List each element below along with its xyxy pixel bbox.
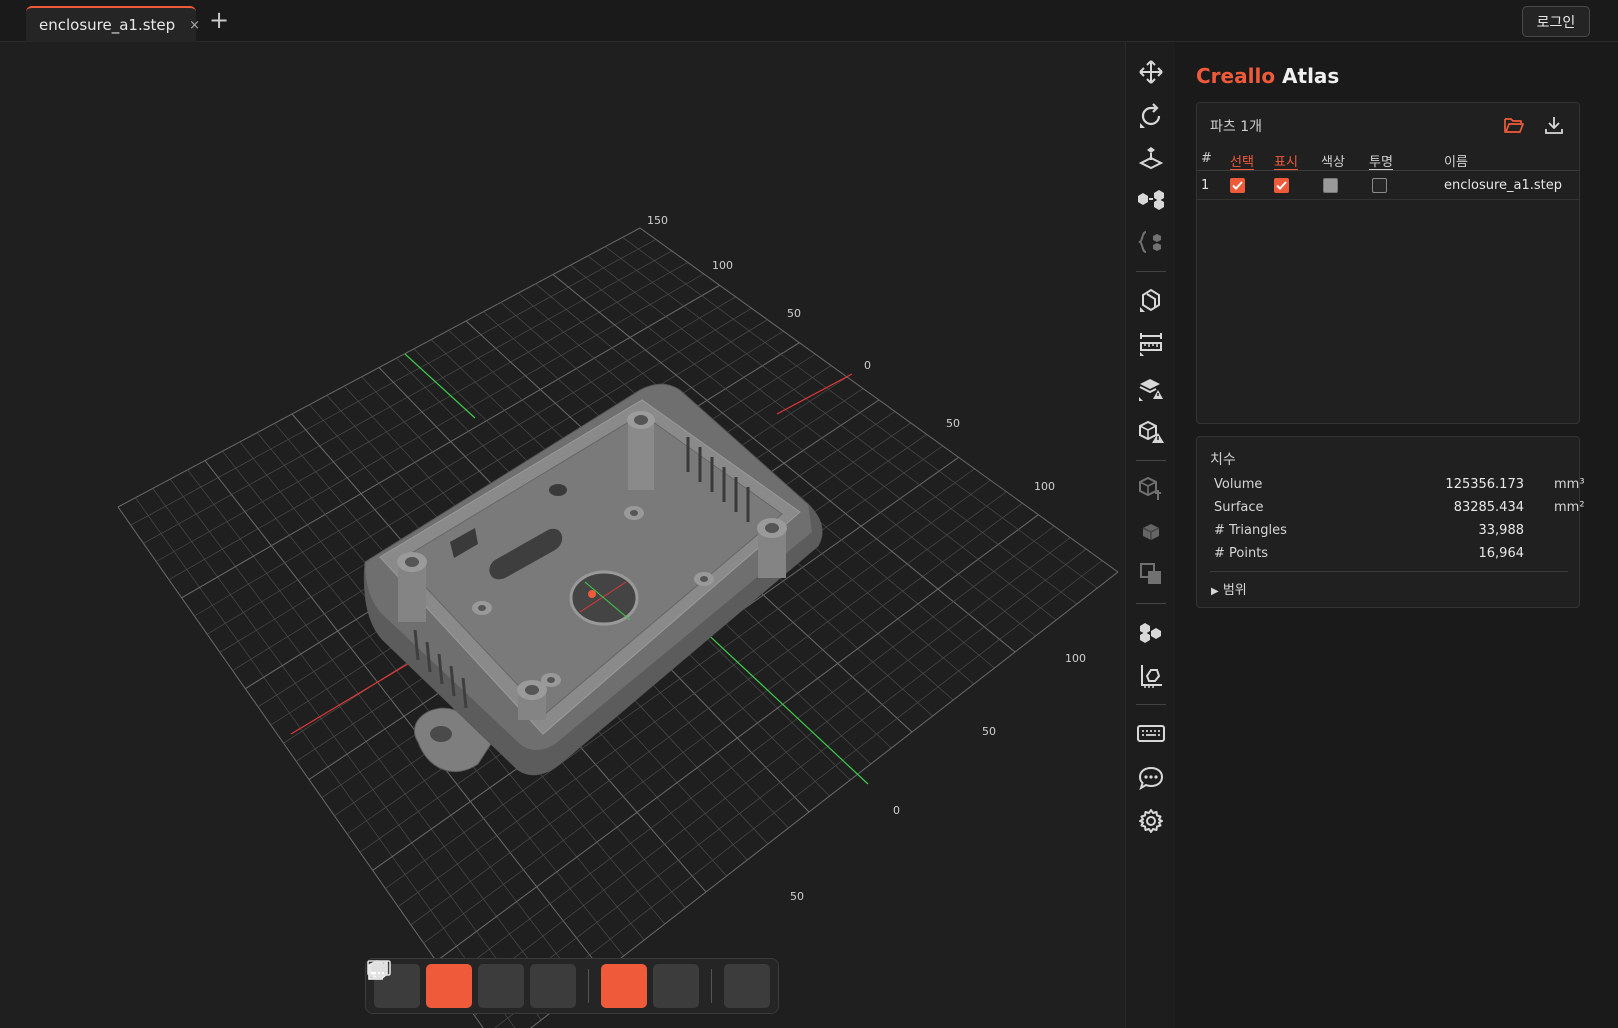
multi-part-icon[interactable] <box>1135 616 1167 648</box>
tool-divider <box>1136 460 1166 461</box>
transparent-checkbox[interactable] <box>1372 178 1387 193</box>
tick-label: 100 <box>712 259 733 272</box>
solid-icon[interactable] <box>1135 284 1167 316</box>
tool-divider <box>1136 603 1166 604</box>
parts-table-header: # 선택 표시 색상 투명 이름 <box>1197 147 1579 171</box>
arrange-icon[interactable] <box>1135 184 1167 216</box>
rotate-icon[interactable] <box>1135 100 1167 132</box>
section-warning-icon[interactable] <box>1135 372 1167 404</box>
screen-icon[interactable] <box>367 960 770 1008</box>
col-name: 이름 <box>1444 155 1468 170</box>
dimensions-title: 치수 <box>1210 452 1236 468</box>
row-num: 1 <box>1201 178 1210 193</box>
login-button[interactable]: 로그인 <box>1522 6 1590 37</box>
offset-icon[interactable] <box>1135 516 1167 548</box>
toolbar-divider <box>711 969 712 1003</box>
build-plate-scene: 150 100 50 0 50 100 100 50 0 50 100 <box>117 214 1119 1028</box>
folder-open-icon[interactable] <box>1503 114 1525 136</box>
dim-row-surface: Surface 83285.434 mm² <box>1214 500 1585 515</box>
measure-icon[interactable] <box>1135 327 1167 359</box>
shaded-edges-icon[interactable] <box>368 961 472 1008</box>
table-row[interactable]: 1 enclosure_a1.step <box>1197 172 1579 200</box>
parts-count: 파츠 1개 <box>1210 119 1262 135</box>
top-bar: enclosure_a1.step × + 로그인 <box>0 0 1618 42</box>
keyboard-icon[interactable] <box>1135 718 1167 750</box>
dim-row-points: # Points 16,964 <box>1214 546 1524 561</box>
perspective-icon[interactable] <box>368 961 647 1008</box>
show-checkbox[interactable] <box>1274 178 1289 193</box>
tool-divider <box>1136 271 1166 272</box>
tick-label: 150 <box>647 214 668 227</box>
range-label: 범위 <box>1222 583 1247 598</box>
mesh-repair-icon[interactable] <box>1135 472 1167 504</box>
tool-strip <box>1125 42 1175 1028</box>
col-color: 색상 <box>1321 155 1345 170</box>
tick-label: 100 <box>1034 480 1055 493</box>
analysis-icon[interactable] <box>1135 660 1167 692</box>
tick-label: 100 <box>1065 652 1086 665</box>
chat-icon[interactable] <box>1135 762 1167 794</box>
tab-enclosure[interactable]: enclosure_a1.step × <box>26 6 200 42</box>
boolean-icon[interactable] <box>1135 558 1167 590</box>
new-tab-button[interactable]: + <box>209 6 229 34</box>
enclosure-model[interactable] <box>363 383 823 776</box>
wireframe-icon[interactable] <box>368 960 576 1008</box>
mesh-warning-icon[interactable] <box>1135 416 1167 448</box>
triangle-right-icon: ▶ <box>1211 586 1219 597</box>
orthographic-icon[interactable] <box>369 961 699 1008</box>
download-icon[interactable] <box>1543 114 1565 136</box>
tick-label: 0 <box>864 359 871 372</box>
dimensions-divider <box>1210 571 1568 572</box>
toolbar-divider <box>588 969 589 1003</box>
dim-row-triangles: # Triangles 33,988 <box>1214 523 1524 538</box>
tick-label: 50 <box>982 725 996 738</box>
select-checkbox[interactable] <box>1230 178 1245 193</box>
col-num: # <box>1201 151 1212 166</box>
gear-icon[interactable] <box>1135 805 1167 837</box>
parts-panel: 파츠 1개 # 선택 표시 색상 투명 이름 1 enclosure_a1.st… <box>1196 102 1580 424</box>
tick-label: 50 <box>790 890 804 903</box>
transform-icon[interactable] <box>1135 226 1167 258</box>
tool-divider <box>1136 704 1166 705</box>
viewport-3d[interactable]: 150 100 50 0 50 100 100 50 0 50 100 <box>0 42 1125 1028</box>
side-panel: Creallo Atlas 파츠 1개 # 선택 표시 색상 투명 이름 1 e… <box>1175 42 1618 1028</box>
dim-row-volume: Volume 125356.173 mm³ <box>1214 477 1585 492</box>
col-show[interactable]: 표시 <box>1274 151 1298 170</box>
col-transparent[interactable]: 투명 <box>1369 151 1393 170</box>
place-on-plane-icon[interactable] <box>1135 142 1167 174</box>
tick-label: 50 <box>787 307 801 320</box>
view-mode-toolbar <box>365 958 779 1014</box>
tick-label: 50 <box>946 417 960 430</box>
tab-label: enclosure_a1.step <box>39 16 176 34</box>
range-toggle[interactable]: ▶ 범위 <box>1211 579 1247 598</box>
dimensions-panel: 치수 Volume 125356.173 mm³ Surface 83285.4… <box>1196 436 1585 608</box>
tab-close-icon[interactable]: × <box>189 18 200 33</box>
move-icon[interactable] <box>1135 56 1167 88</box>
brand-logo: Creallo Atlas <box>1196 64 1340 88</box>
tick-label: 0 <box>893 804 900 817</box>
color-swatch[interactable] <box>1323 178 1338 193</box>
hidden-lines-icon[interactable] <box>368 960 524 1008</box>
part-name[interactable]: enclosure_a1.step <box>1444 178 1562 193</box>
col-select[interactable]: 선택 <box>1230 151 1254 170</box>
